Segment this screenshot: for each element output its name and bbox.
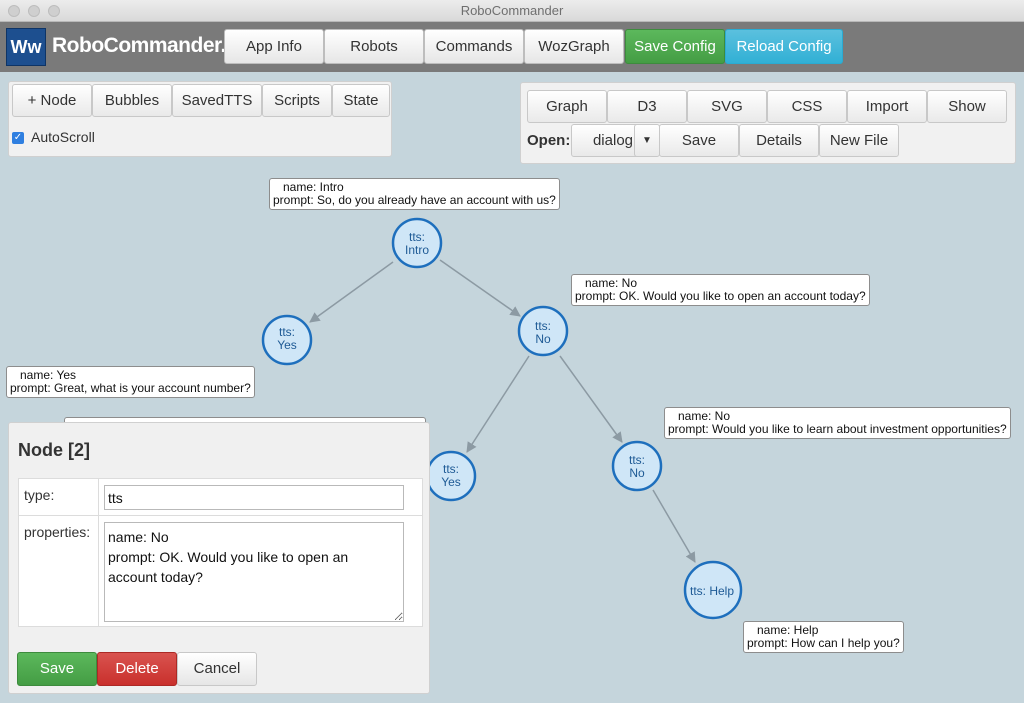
- editor-save-button[interactable]: Save: [17, 652, 97, 686]
- graph-node-intro[interactable]: tts: Intro: [391, 217, 443, 269]
- node-label: Intro: [405, 243, 429, 257]
- bubble-prompt: prompt: OK. Would you like to open an ac…: [575, 289, 866, 303]
- right-toolbar-panel: Graph D3 SVG CSS Import Show Open: dialo…: [520, 82, 1016, 164]
- state-button[interactable]: State: [332, 84, 390, 117]
- node-label: tts:: [443, 462, 459, 476]
- show-button[interactable]: Show: [927, 90, 1007, 123]
- graph-node-yes[interactable]: tts: Yes: [261, 314, 313, 366]
- editor-delete-button[interactable]: Delete: [97, 652, 177, 686]
- scripts-button[interactable]: Scripts: [262, 84, 332, 117]
- edge-no-help: [652, 489, 696, 563]
- bubble-prompt: prompt: So, do you already have an accou…: [273, 193, 556, 207]
- node-label: Yes: [277, 338, 297, 352]
- bubble-no-2: name: No prompt: Would you like to learn…: [664, 407, 1011, 439]
- properties-textarea[interactable]: name: No prompt: OK. Would you like to o…: [104, 522, 404, 622]
- node-label: No: [629, 466, 645, 480]
- graph-node-no[interactable]: tts: No: [517, 305, 569, 357]
- css-button[interactable]: CSS: [767, 90, 847, 123]
- savedtts-button[interactable]: SavedTTS: [172, 84, 262, 117]
- autoscroll-checkbox[interactable]: ✓: [12, 132, 24, 144]
- bubble-prompt: prompt: Would you like to learn about in…: [668, 422, 1007, 436]
- node-label: tts:: [409, 230, 425, 244]
- properties-label: properties:: [19, 516, 99, 626]
- node-label: tts:: [279, 325, 295, 339]
- editor-title: Node [2]: [18, 440, 90, 460]
- details-button[interactable]: Details: [739, 124, 819, 157]
- bubble-no: name: No prompt: OK. Would you like to o…: [571, 274, 870, 306]
- bubble-prompt: prompt: Great, what is your account numb…: [10, 381, 251, 395]
- svg-button[interactable]: SVG: [687, 90, 767, 123]
- autoscroll-label[interactable]: AutoScroll: [31, 129, 95, 145]
- left-toolbar-panel: + Node Bubbles SavedTTS Scripts State ✓ …: [8, 81, 392, 157]
- node-label: Yes: [441, 475, 461, 489]
- bubbles-button[interactable]: Bubbles: [92, 84, 172, 117]
- edge-no-no: [559, 355, 623, 443]
- graph-button[interactable]: Graph: [527, 90, 607, 123]
- edge-intro-no: [439, 259, 521, 317]
- import-button[interactable]: Import: [847, 90, 927, 123]
- add-node-button[interactable]: + Node: [12, 84, 92, 117]
- save-file-button[interactable]: Save: [659, 124, 739, 157]
- edge-intro-yes: [309, 261, 394, 323]
- open-label: Open:: [527, 132, 571, 149]
- new-file-button[interactable]: New File: [819, 124, 899, 157]
- node-label: tts:: [535, 319, 551, 333]
- node-label: No: [535, 332, 551, 346]
- graph-node-yes-2[interactable]: tts: Yes: [425, 450, 477, 502]
- bubble-intro: name: Intro prompt: So, do you already h…: [269, 178, 560, 210]
- editor-cancel-button[interactable]: Cancel: [177, 652, 257, 686]
- node-label: tts: Help: [690, 584, 734, 598]
- bubble-prompt: prompt: How can I help you?: [747, 636, 900, 650]
- properties-row: properties: name: No prompt: OK. Would y…: [18, 515, 423, 627]
- bubble-help: name: Help prompt: How can I help you?: [743, 621, 904, 653]
- graph-node-no-2[interactable]: tts: No: [611, 440, 663, 492]
- chevron-down-icon[interactable]: ▼: [634, 124, 660, 157]
- bubble-yes: name: Yes prompt: Great, what is your ac…: [6, 366, 255, 398]
- node-label: tts:: [629, 453, 645, 467]
- graph-node-help[interactable]: tts: Help: [683, 560, 743, 620]
- type-row: type:: [18, 478, 423, 516]
- edge-no-yes: [466, 355, 530, 453]
- type-label: type:: [19, 479, 99, 515]
- d3-button[interactable]: D3: [607, 90, 687, 123]
- type-input[interactable]: [104, 485, 404, 510]
